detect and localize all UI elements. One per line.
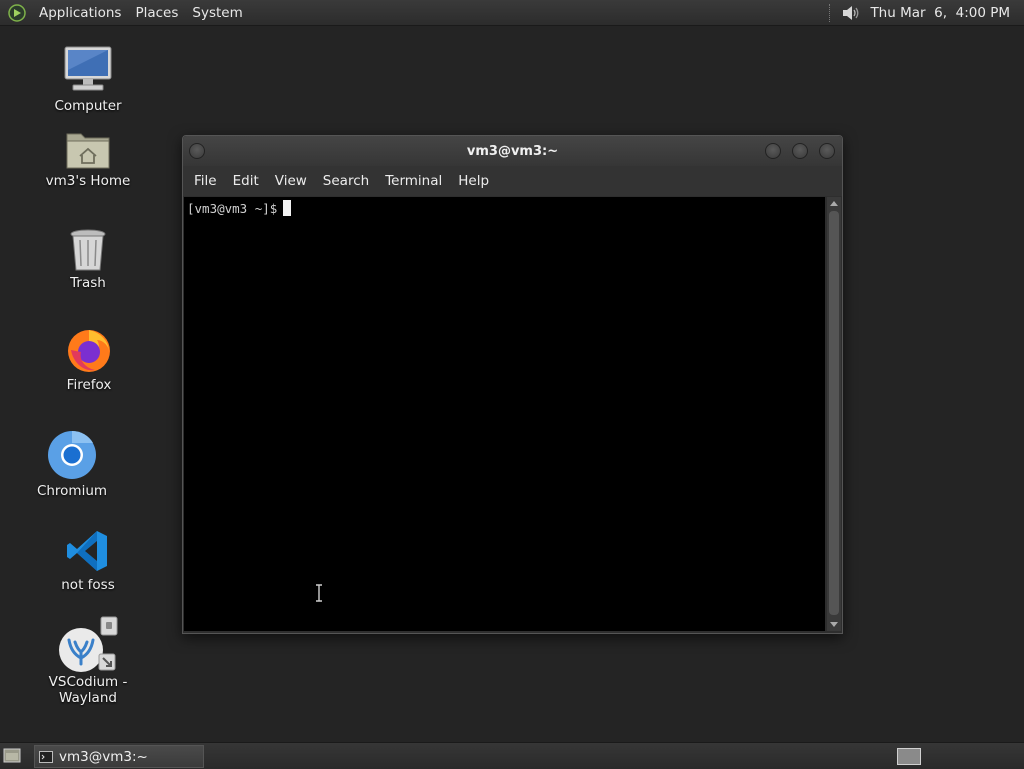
- desktop-icon-home[interactable]: vm3's Home: [28, 128, 148, 189]
- panel-separator: [829, 3, 832, 22]
- desktop-icon-chromium[interactable]: Chromium: [12, 430, 132, 499]
- applications-menu[interactable]: Applications: [32, 5, 128, 21]
- menu-file[interactable]: File: [186, 173, 225, 189]
- window-title: vm3@vm3:~: [466, 144, 559, 159]
- desktop-icon-not-foss[interactable]: not foss: [28, 528, 148, 593]
- text-cursor: [283, 200, 292, 216]
- top-panel: Applications Places System Thu Mar 6, 4:…: [0, 0, 1024, 26]
- desktop-icon-vscodium[interactable]: VSCodium - Wayland: [28, 616, 148, 706]
- places-menu[interactable]: Places: [128, 5, 185, 21]
- taskbar-terminal-button[interactable]: vm3@vm3:~: [34, 745, 204, 768]
- desktop-icon-label: Trash: [70, 275, 106, 291]
- taskbar-label: vm3@vm3:~: [59, 748, 148, 765]
- shell-prompt: [vm3@vm3 ~]$: [187, 200, 292, 216]
- system-menu[interactable]: System: [185, 5, 249, 21]
- speaker-volume-icon[interactable]: [840, 3, 860, 23]
- panel-tray: Thu Mar 6, 4:00 PM: [829, 0, 1024, 25]
- scroll-down-arrow-icon[interactable]: [830, 622, 838, 627]
- mate-logo-icon[interactable]: [8, 3, 26, 22]
- minimize-button[interactable]: [765, 143, 781, 159]
- terminal-menubar: File Edit View Search Terminal Help: [183, 166, 842, 196]
- desktop-icon-label: VSCodium - Wayland: [48, 674, 128, 706]
- terminal-window[interactable]: vm3@vm3:~ File Edit View Search Terminal…: [182, 135, 843, 634]
- terminal-icon: [39, 750, 53, 763]
- desktop-icon-label: vm3's Home: [45, 173, 131, 189]
- maximize-button[interactable]: [792, 143, 808, 159]
- scroll-up-arrow-icon[interactable]: [830, 201, 838, 206]
- ibeam-cursor-icon: [316, 584, 322, 602]
- workspace-switcher-icon[interactable]: [897, 748, 921, 765]
- computer-monitor-icon: [64, 46, 112, 91]
- desktop-icon-label: Chromium: [36, 483, 108, 499]
- menu-search[interactable]: Search: [315, 173, 377, 189]
- show-desktop-icon[interactable]: [3, 748, 21, 763]
- menu-help[interactable]: Help: [450, 173, 497, 189]
- desktop-icon-label: Computer: [54, 98, 122, 114]
- terminal-scrollbar[interactable]: [827, 197, 841, 631]
- close-button[interactable]: [819, 143, 835, 159]
- window-titlebar[interactable]: vm3@vm3:~: [183, 136, 842, 166]
- desktop-icon-computer[interactable]: Computer: [28, 45, 148, 114]
- vscodium-icon: [59, 616, 118, 672]
- prompt-text: [vm3@vm3 ~]$: [187, 200, 278, 216]
- trash-can-icon: [70, 229, 106, 271]
- menu-edit[interactable]: Edit: [225, 173, 267, 189]
- vscode-icon: [67, 531, 107, 571]
- scroll-thumb[interactable]: [829, 211, 839, 615]
- terminal-text-area[interactable]: [vm3@vm3 ~]$: [184, 197, 825, 631]
- firefox-icon: [68, 330, 110, 372]
- menu-view[interactable]: View: [267, 173, 315, 189]
- chromium-icon: [48, 430, 96, 479]
- home-folder-icon: [66, 133, 110, 169]
- desktop-icon-trash[interactable]: Trash: [28, 228, 148, 291]
- menu-terminal[interactable]: Terminal: [377, 173, 450, 189]
- clock[interactable]: Thu Mar 6, 4:00 PM: [870, 5, 1010, 21]
- desktop-icon-label: not foss: [61, 577, 115, 593]
- desktop-icon-firefox[interactable]: Firefox: [29, 326, 149, 393]
- desktop-icon-label: Firefox: [66, 377, 112, 393]
- bottom-panel: vm3@vm3:~: [0, 742, 1024, 769]
